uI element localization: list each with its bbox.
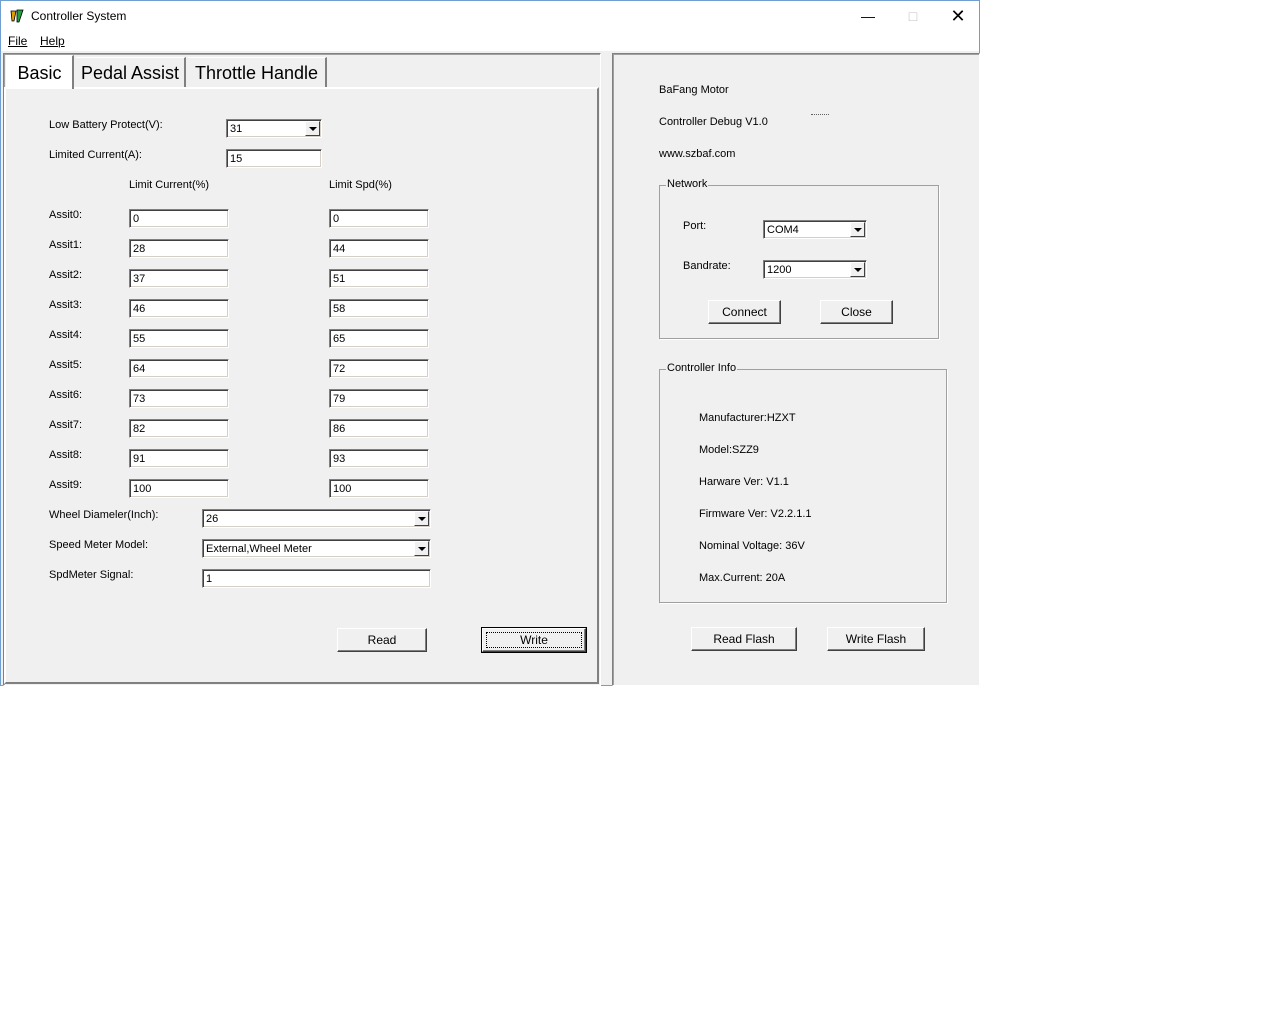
speed-meter-select[interactable]: External,Wheel Meter — [202, 539, 431, 558]
assist-label: Assit7: — [49, 419, 83, 431]
assist-label: Assit2: — [49, 269, 83, 281]
speed-meter-value: External,Wheel Meter — [206, 543, 312, 555]
read-button[interactable]: Read — [337, 628, 427, 652]
assist-current-field[interactable]: 82 — [129, 419, 229, 438]
controller-info-legend: Controller Info — [666, 362, 738, 374]
hardware-version-label: Harware Ver: V1.1 — [699, 476, 789, 488]
menu-bar: File Help — [1, 31, 979, 51]
assist-speed-field[interactable]: 51 — [329, 269, 429, 288]
assist-current-field[interactable]: 55 — [129, 329, 229, 348]
spd-signal-field[interactable]: 1 — [202, 569, 431, 588]
assist-current-field[interactable]: 91 — [129, 449, 229, 468]
assist-label: Assit9: — [49, 479, 83, 491]
limit-current-header: Limit Current(%) — [129, 179, 210, 191]
low-battery-value: 31 — [230, 123, 243, 135]
assist-label: Assit4: — [49, 329, 83, 341]
read-flash-button[interactable]: Read Flash — [691, 627, 797, 651]
assist-current-field[interactable]: 73 — [129, 389, 229, 408]
menu-help[interactable]: Help — [40, 34, 65, 48]
chevron-down-icon[interactable] — [850, 222, 865, 237]
chevron-down-icon[interactable] — [414, 511, 429, 526]
wheel-diameter-label: Wheel Diameler(Inch): — [49, 509, 159, 521]
assist-speed-field[interactable]: 72 — [329, 359, 429, 378]
max-current-label: Max.Current: 20A — [699, 572, 786, 584]
chevron-down-icon[interactable] — [414, 541, 429, 556]
write-flash-button[interactable]: Write Flash — [827, 627, 925, 651]
limit-spd-header: Limit Spd(%) — [329, 179, 392, 191]
assist-label: Assit0: — [49, 209, 83, 221]
assist-speed-field[interactable]: 93 — [329, 449, 429, 468]
chevron-down-icon[interactable] — [850, 262, 865, 277]
dotted-mark — [811, 114, 829, 116]
minimize-icon[interactable]: — — [845, 1, 891, 31]
main-window: Controller System — □ ✕ File Help Basic … — [0, 0, 980, 686]
model-label: Model:SZZ9 — [699, 444, 759, 456]
tab-throttle-handle[interactable]: Throttle Handle — [188, 57, 327, 87]
maximize-icon[interactable]: □ — [890, 1, 936, 31]
limited-current-field[interactable]: 15 — [226, 149, 322, 168]
assist-label: Assit8: — [49, 449, 83, 461]
speed-meter-label: Speed Meter Model: — [49, 539, 149, 551]
bandrate-value: 1200 — [767, 264, 792, 276]
assist-label: Assit6: — [49, 389, 83, 401]
port-value: COM4 — [767, 224, 799, 236]
close-button[interactable]: Close — [820, 300, 893, 324]
assist-current-field[interactable]: 100 — [129, 479, 229, 498]
write-button[interactable]: Write — [481, 627, 587, 653]
network-legend: Network — [666, 178, 709, 190]
focus-rect — [486, 632, 582, 648]
window-title: Controller System — [31, 9, 127, 23]
firmware-version-label: Firmware Ver: V2.2.1.1 — [699, 508, 812, 520]
limited-current-label: Limited Current(A): — [49, 149, 142, 161]
menu-file[interactable]: File — [8, 34, 27, 48]
wheel-diameter-value: 26 — [206, 513, 219, 525]
assist-speed-field[interactable]: 44 — [329, 239, 429, 258]
app-icon — [9, 8, 25, 24]
assist-speed-field[interactable]: 100 — [329, 479, 429, 498]
bandrate-label: Bandrate: — [683, 260, 731, 272]
connect-button[interactable]: Connect — [708, 300, 781, 324]
assist-label: Assit3: — [49, 299, 83, 311]
tab-pedal-assist[interactable]: Pedal Assist — [76, 57, 186, 87]
basic-tab-page — [4, 87, 599, 684]
assist-speed-field[interactable]: 58 — [329, 299, 429, 318]
assist-label: Assit1: — [49, 239, 83, 251]
assist-speed-field[interactable]: 0 — [329, 209, 429, 228]
assist-current-field[interactable]: 0 — [129, 209, 229, 228]
brand-label: BaFang Motor — [659, 84, 729, 96]
tab-basic[interactable]: Basic — [6, 55, 74, 89]
manufacturer-label: Manufacturer:HZXT — [699, 412, 796, 424]
nominal-voltage-label: Nominal Voltage: 36V — [699, 540, 805, 552]
port-select[interactable]: COM4 — [763, 220, 867, 239]
title-bar: Controller System — □ ✕ — [1, 1, 979, 31]
chevron-down-icon[interactable] — [305, 121, 320, 136]
close-icon[interactable]: ✕ — [935, 1, 981, 31]
wheel-diameter-select[interactable]: 26 — [202, 509, 431, 528]
version-label: Controller Debug V1.0 — [659, 116, 768, 128]
assist-speed-field[interactable]: 86 — [329, 419, 429, 438]
assist-speed-field[interactable]: 79 — [329, 389, 429, 408]
assist-current-field[interactable]: 46 — [129, 299, 229, 318]
assist-current-field[interactable]: 64 — [129, 359, 229, 378]
bandrate-select[interactable]: 1200 — [763, 260, 867, 279]
low-battery-select[interactable]: 31 — [226, 119, 322, 138]
website-label: www.szbaf.com — [659, 148, 736, 160]
assist-current-field[interactable]: 37 — [129, 269, 229, 288]
assist-speed-field[interactable]: 65 — [329, 329, 429, 348]
low-battery-label: Low Battery Protect(V): — [49, 119, 163, 131]
assist-label: Assit5: — [49, 359, 83, 371]
assist-current-field[interactable]: 28 — [129, 239, 229, 258]
port-label: Port: — [683, 220, 707, 232]
spd-signal-label: SpdMeter Signal: — [49, 569, 134, 581]
